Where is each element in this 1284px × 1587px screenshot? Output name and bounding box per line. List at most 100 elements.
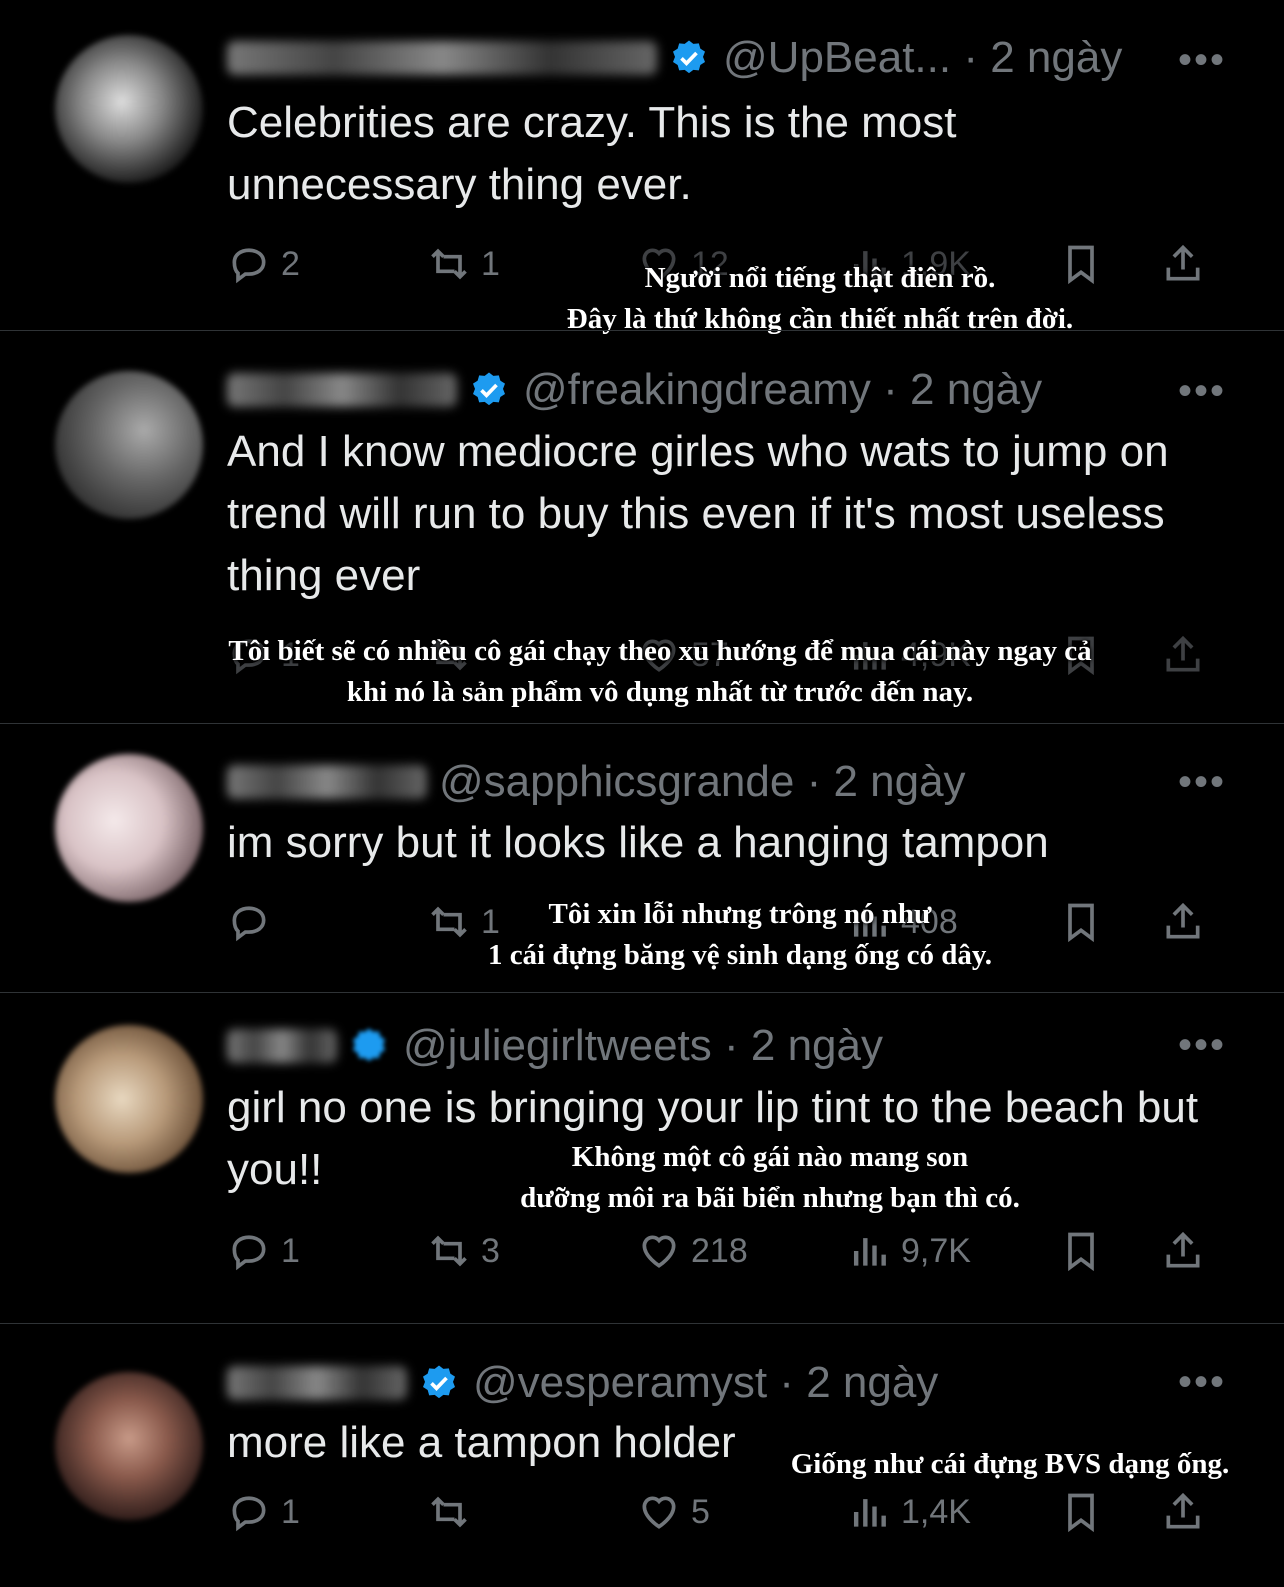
handle[interactable]: @vesperamyst <box>473 1358 767 1408</box>
display-name[interactable] <box>227 1366 407 1400</box>
share-button[interactable] <box>1161 894 1215 950</box>
tweet-header: @freakingdreamy · 2 ngày <box>227 360 1042 420</box>
tweet[interactable]: @vesperamyst · 2 ngày ••• more like a ta… <box>0 1324 1284 1587</box>
reply-count: 1 <box>281 1492 300 1531</box>
caption-line: Giống như cái đựng BVS dạng ống. <box>790 1448 1230 1480</box>
separator: · <box>794 757 834 806</box>
translation-caption: Tôi xin lỗi nhưng trông nó như 1 cái đựn… <box>440 894 1040 976</box>
tweet-header: @vesperamyst · 2 ngày <box>227 1353 938 1413</box>
tweet[interactable]: @juliegirltweets · 2 ngày ••• girl no on… <box>0 993 1284 1323</box>
bookmark-button[interactable] <box>1059 1223 1113 1279</box>
handle[interactable]: @UpBeat... <box>723 33 951 83</box>
handle[interactable]: @sapphicsgrande <box>439 757 794 807</box>
repost-button[interactable]: 1 <box>427 236 500 292</box>
view-count: 9,7K <box>901 1231 971 1270</box>
repost-button[interactable] <box>427 1484 481 1540</box>
translation-caption: Người nổi tiếng thật điên rồ. Đây là thứ… <box>540 258 1100 340</box>
avatar[interactable] <box>55 371 203 519</box>
separator: · <box>711 1021 751 1070</box>
views-chart-icon <box>853 1238 886 1266</box>
bookmark-icon <box>1068 1493 1094 1533</box>
caption-line: dưỡng môi ra bãi biển nhưng bạn thì có. <box>520 1182 1020 1214</box>
verified-badge-icon <box>423 1365 455 1399</box>
tweet-header: @juliegirltweets · 2 ngày <box>227 1016 883 1076</box>
reply-icon <box>232 1235 266 1271</box>
translation-caption: Giống như cái đựng BVS dạng ống. <box>760 1444 1260 1485</box>
repost-icon <box>431 248 467 280</box>
reply-icon <box>232 248 266 284</box>
more-options-icon[interactable]: ••• <box>1178 369 1226 414</box>
avatar[interactable] <box>55 1372 203 1520</box>
more-options-icon[interactable]: ••• <box>1178 1360 1226 1405</box>
share-button[interactable] <box>1161 1223 1215 1279</box>
timestamp[interactable]: 2 ngày <box>806 1358 938 1408</box>
repost-button[interactable]: 3 <box>427 1223 500 1279</box>
display-name[interactable] <box>227 373 457 407</box>
tweet-header: @UpBeat... · 2 ngày <box>227 28 1122 88</box>
separator: · <box>767 1358 807 1407</box>
tweet[interactable]: @UpBeat... · 2 ngày ••• Celebrities are … <box>0 0 1284 335</box>
translation-caption: Không một cô gái nào mang son dưỡng môi … <box>470 1137 1070 1219</box>
tweet-text: Celebrities are crazy. This is the most … <box>227 98 957 209</box>
timestamp[interactable]: 2 ngày <box>833 757 965 807</box>
verified-badge-icon <box>473 372 505 406</box>
tweet-actions: 1 3 218 9,7K <box>227 1223 1227 1279</box>
repost-count: 1 <box>481 244 500 283</box>
caption-line: Tôi xin lỗi nhưng trông nó như <box>548 898 932 930</box>
bookmark-button[interactable] <box>1059 1484 1113 1540</box>
handle[interactable]: @juliegirltweets <box>403 1021 712 1071</box>
share-icon <box>1166 902 1200 939</box>
translation-caption: Tôi biết sẽ có nhiều cô gái chạy theo xu… <box>180 631 1140 713</box>
views-button[interactable]: 9,7K <box>847 1223 971 1279</box>
share-icon <box>1166 1231 1200 1268</box>
tweet[interactable]: @freakingdreamy · 2 ngày ••• And I know … <box>0 331 1284 723</box>
share-button[interactable] <box>1161 236 1215 292</box>
caption-line: Không một cô gái nào mang son <box>571 1141 969 1173</box>
more-options-icon[interactable]: ••• <box>1178 760 1226 805</box>
reply-button[interactable]: 1 <box>227 1484 300 1540</box>
avatar[interactable] <box>55 754 203 902</box>
share-button[interactable] <box>1161 1484 1215 1540</box>
tweet[interactable]: @sapphicsgrande · 2 ngày ••• im sorry bu… <box>0 724 1284 992</box>
reply-button[interactable]: 1 <box>227 1223 300 1279</box>
reply-count: 1 <box>281 1231 300 1270</box>
timestamp[interactable]: 2 ngày <box>751 1021 883 1071</box>
more-options-icon[interactable]: ••• <box>1178 1023 1226 1068</box>
display-name[interactable] <box>227 41 657 75</box>
more-options-icon[interactable]: ••• <box>1178 38 1226 83</box>
reply-button[interactable]: 2 <box>227 236 300 292</box>
bookmark-button[interactable] <box>1059 894 1113 950</box>
share-icon <box>1166 1492 1200 1529</box>
like-button[interactable]: 218 <box>637 1223 748 1279</box>
bookmark-icon <box>1068 1232 1094 1272</box>
handle[interactable]: @freakingdreamy <box>523 365 871 415</box>
reply-icon <box>232 1496 266 1532</box>
avatar[interactable] <box>55 35 203 183</box>
avatar[interactable] <box>55 1025 203 1173</box>
tweet-text: And I know mediocre girles who wats to j… <box>227 427 1169 600</box>
bookmark-icon <box>1068 903 1094 943</box>
verified-badge-icon <box>673 40 705 74</box>
views-button[interactable]: 1,4K <box>847 1484 971 1540</box>
views-chart-icon <box>853 1499 886 1527</box>
verified-badge-icon <box>353 1028 385 1062</box>
separator: · <box>870 365 911 414</box>
like-count: 218 <box>691 1231 748 1270</box>
repost-icon <box>431 1235 467 1267</box>
heart-icon <box>642 1235 676 1268</box>
like-button[interactable]: 5 <box>637 1484 710 1540</box>
display-name[interactable] <box>227 765 427 799</box>
share-button[interactable] <box>1161 627 1215 683</box>
timestamp[interactable]: 2 ngày <box>990 33 1122 83</box>
caption-line: Tôi biết sẽ có nhiều cô gái chạy theo xu… <box>228 635 1092 667</box>
reply-count: 2 <box>281 244 300 283</box>
view-count: 1,4K <box>901 1492 971 1531</box>
share-icon <box>1166 244 1200 281</box>
tweet-header: @sapphicsgrande · 2 ngày <box>227 752 966 812</box>
reply-button[interactable] <box>227 894 281 950</box>
tweet-text: im sorry but it looks like a hanging tam… <box>227 818 1049 867</box>
display-name[interactable] <box>227 1029 337 1063</box>
like-count: 5 <box>691 1492 710 1531</box>
share-icon <box>1166 635 1200 672</box>
timestamp[interactable]: 2 ngày <box>910 365 1042 415</box>
